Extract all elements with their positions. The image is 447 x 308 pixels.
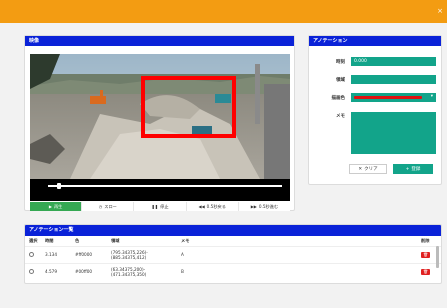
video-panel: 映像 ▶ 再生 ◷ スロー ❚❚ 停止 ◀◀ 0.5秒戻る ▶▶ 0.5秒進む — [24, 35, 295, 211]
color-select[interactable]: ▾ — [351, 93, 436, 102]
rewind-button[interactable]: ◀◀ 0.5秒戻る — [186, 202, 239, 211]
play-label: 再生 — [53, 203, 63, 209]
playback-controls: ▶ 再生 ◷ スロー ❚❚ 停止 ◀◀ 0.5秒戻る ▶▶ 0.5秒進む — [30, 202, 291, 211]
close-icon[interactable]: × — [437, 7, 443, 15]
color-swatch — [354, 96, 422, 99]
col-color: 色 — [75, 237, 80, 243]
play-button[interactable]: ▶ 再生 — [30, 202, 83, 211]
memo-field[interactable] — [351, 112, 436, 154]
color-label: 描画色 — [331, 96, 346, 101]
forward-label: 0.5秒進む — [258, 203, 279, 209]
rewind-label: 0.5秒戻る — [206, 203, 226, 209]
region-field[interactable] — [351, 75, 436, 84]
clear-label: クリア — [364, 167, 378, 172]
col-time: 時間 — [45, 237, 54, 243]
annotation-list-header: アノテーション一覧 — [25, 225, 441, 236]
save-label: 登録 — [411, 167, 421, 172]
rewind-icon: ◀◀ — [198, 204, 205, 209]
col-memo: メモ — [181, 237, 190, 243]
save-button[interactable]: + 登録 — [393, 164, 433, 174]
row-region: (63.34375,200)- (471.34375,350) — [107, 262, 177, 280]
row-select[interactable] — [25, 245, 41, 263]
radio-button[interactable] — [29, 268, 34, 274]
time-field[interactable]: 0.000 — [351, 57, 436, 66]
close-icon: ✕ — [358, 166, 363, 172]
chevron-down-icon: ▾ — [430, 94, 433, 99]
table-row[interactable]: 4.579 #00ff00 (63.34375,200)- (471.34375… — [25, 262, 441, 280]
pause-label: 停止 — [160, 203, 169, 209]
annotation-table: 選択 時間 色 領域 メモ 削除 3.134 #ff0000 (795.3437… — [25, 236, 441, 280]
slow-label: スロー — [104, 203, 117, 209]
row-memo: B — [177, 262, 417, 280]
video-panel-header: 映像 — [25, 36, 294, 46]
seek-handle[interactable] — [57, 183, 62, 189]
radio-button[interactable] — [29, 251, 34, 257]
forward-button[interactable]: ▶▶ 0.5秒進む — [238, 202, 291, 211]
annotation-panel-header: アノテーション — [309, 36, 441, 46]
row-region-line2: (885.34375,412) — [111, 254, 147, 260]
memo-label: メモ — [336, 114, 345, 119]
forward-icon: ▶▶ — [250, 204, 257, 209]
trash-icon[interactable]: 🗑 — [421, 268, 430, 275]
video-frame-image — [30, 54, 290, 179]
trash-icon[interactable]: 🗑 — [421, 251, 430, 258]
row-color: #00ff00 — [71, 262, 107, 280]
row-memo: A — [177, 245, 417, 263]
pause-icon: ❚❚ — [151, 204, 159, 209]
row-color: #ff0000 — [71, 245, 107, 263]
row-time: 4.579 — [41, 262, 71, 280]
row-region: (795.34375,226)- (885.34375,412) — [107, 245, 177, 263]
row-time: 3.134 — [41, 245, 71, 263]
time-label: 時刻 — [336, 60, 345, 65]
table-row[interactable]: 3.134 #ff0000 (795.34375,226)- (885.3437… — [25, 245, 441, 263]
video-frame[interactable] — [30, 54, 290, 179]
pause-button[interactable]: ❚❚ 停止 — [134, 202, 187, 211]
seek-bar[interactable] — [30, 179, 290, 201]
col-delete: 削除 — [421, 237, 430, 243]
top-bar: × — [0, 0, 447, 23]
annotation-list-panel: アノテーション一覧 選択 時間 色 領域 メモ 削除 3.134 #ff0000… — [24, 224, 442, 284]
table-header-row: 選択 時間 色 領域 メモ 削除 — [25, 236, 441, 246]
list-scrollbar[interactable] — [436, 246, 439, 268]
seek-track — [48, 185, 282, 187]
annotation-panel: アノテーション 時刻 0.000 領域 描画色 ▾ メモ ✕ クリア + 登録 — [308, 35, 442, 185]
slow-button[interactable]: ◷ スロー — [82, 202, 135, 211]
region-label: 領域 — [336, 78, 345, 83]
play-icon: ▶ — [48, 204, 52, 209]
clear-button[interactable]: ✕ クリア — [349, 164, 387, 174]
row-region-line2: (471.34375,350) — [111, 271, 147, 277]
row-select[interactable] — [25, 262, 41, 280]
plus-icon: + — [405, 166, 410, 172]
col-select: 選択 — [29, 237, 38, 243]
slow-icon: ◷ — [98, 204, 103, 209]
col-region: 領域 — [111, 237, 120, 243]
